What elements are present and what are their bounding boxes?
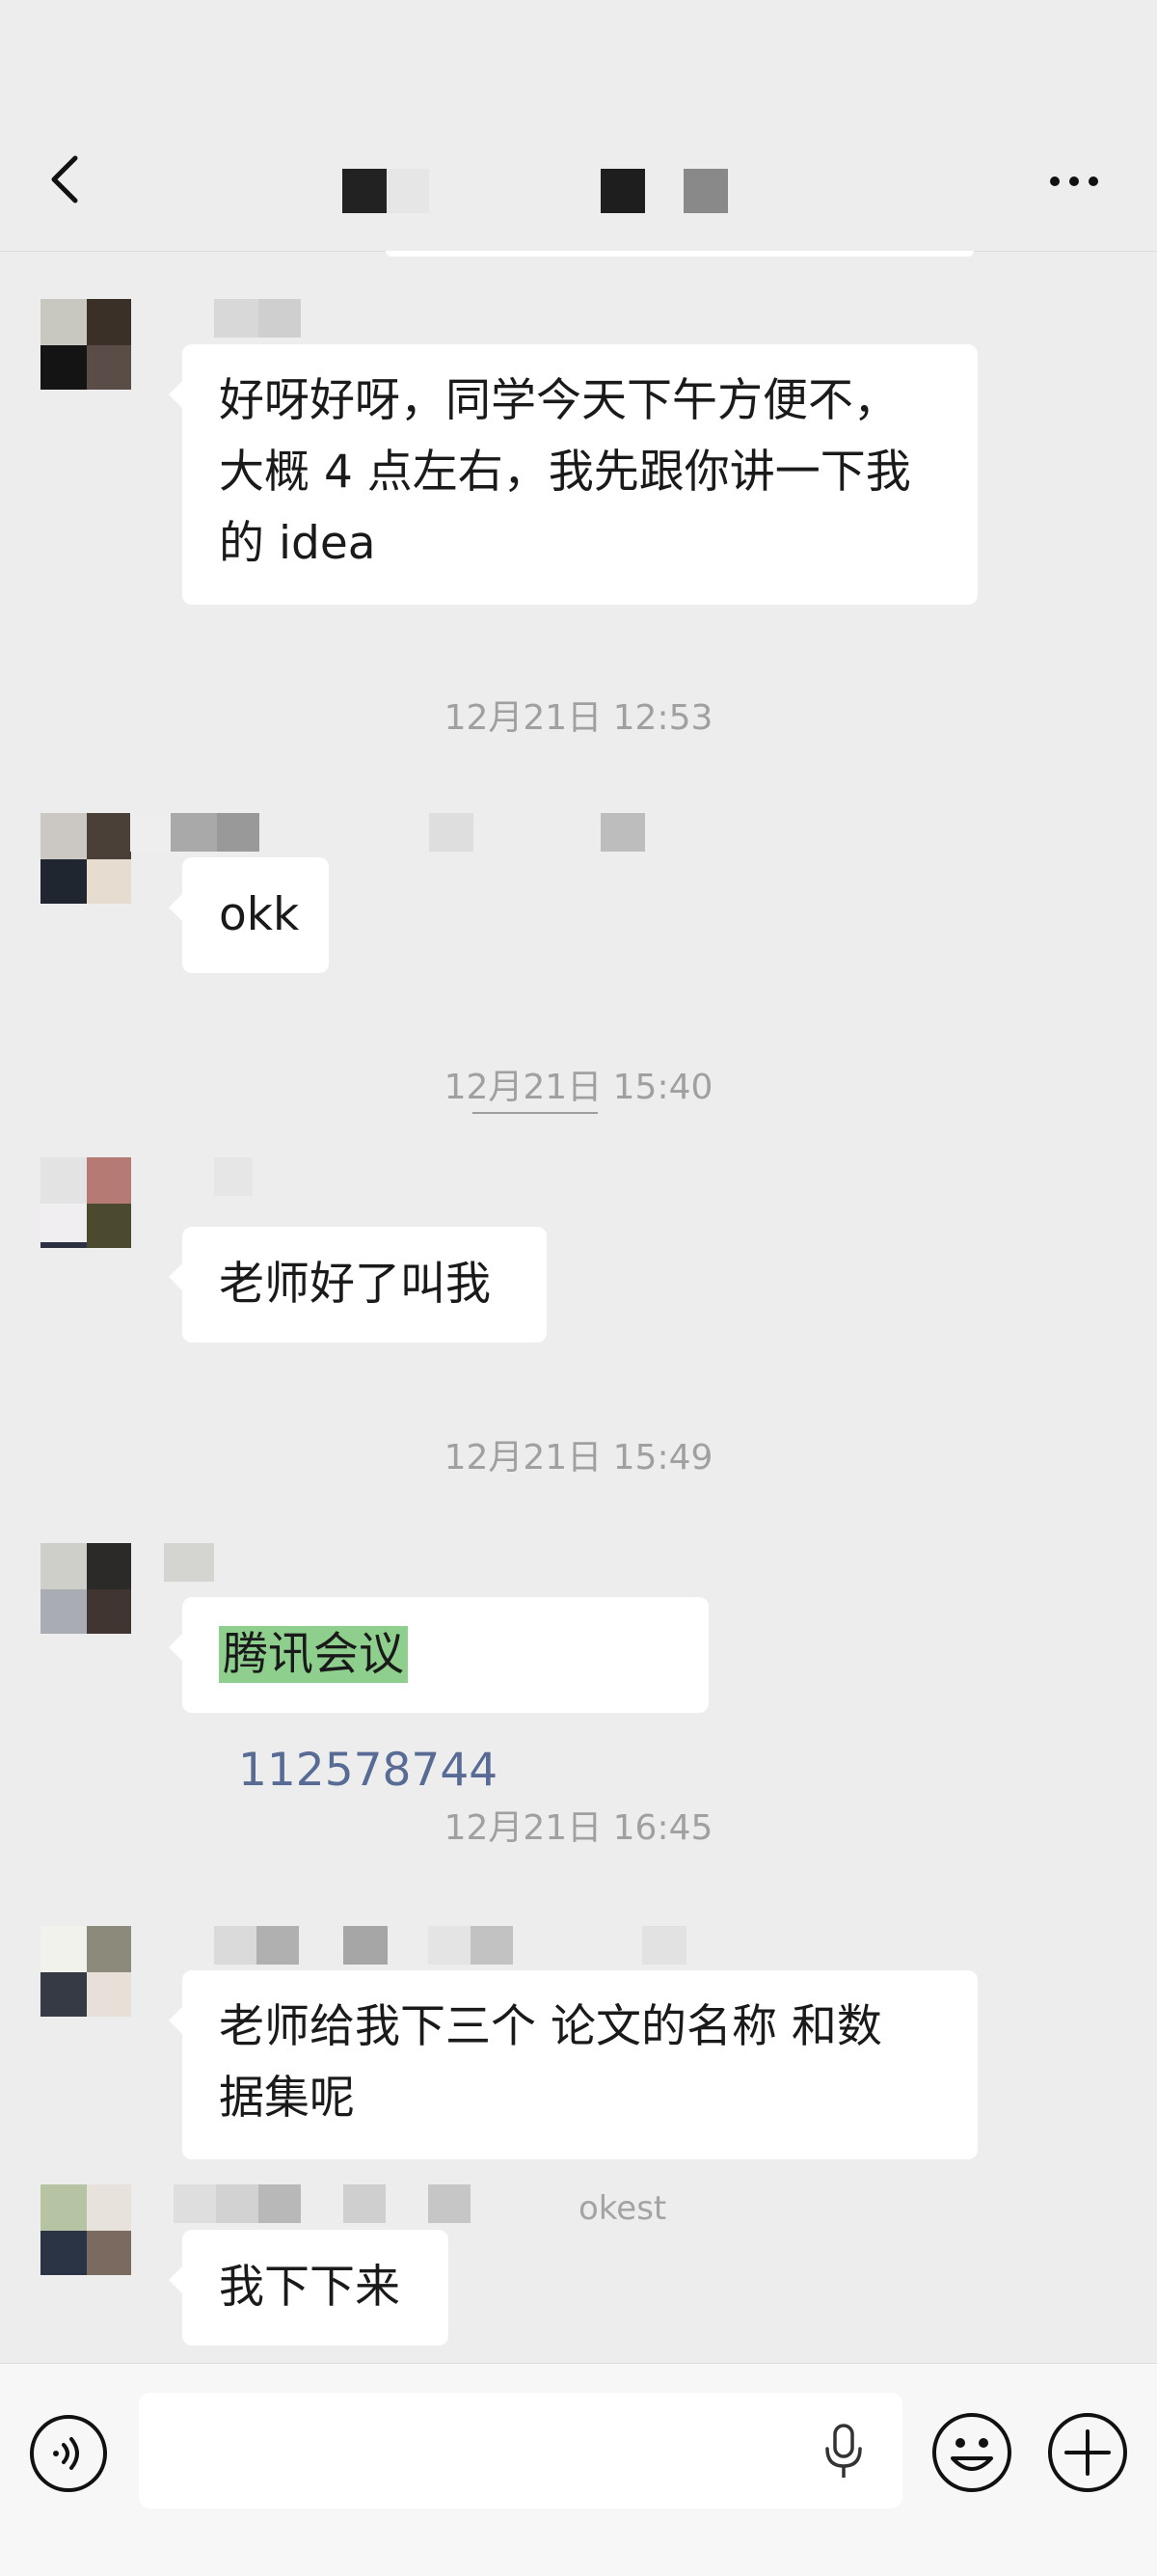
message-bubble[interactable]: 我下下来 [169,2230,448,2346]
microphone-button[interactable] [821,2422,866,2485]
message-text: okk [219,888,300,941]
timestamp: 12月21日 15:40 [444,1068,713,1107]
avatar[interactable] [40,813,131,904]
message-text: 老师给我下三个 论文的名称 和数 [219,2000,882,2053]
sender-name-blurred [174,2184,472,2223]
avatar[interactable] [40,1543,131,1634]
message-text: 老师好了叫我 [219,1258,491,1311]
sender-nickname: okest [578,2189,667,2228]
chat-header [0,0,1157,252]
timestamp-underline [472,1112,598,1114]
message-input[interactable] [139,2393,902,2508]
avatar[interactable] [40,1926,131,2017]
sender-name-blurred [164,1543,222,1582]
avatar[interactable] [40,2184,131,2275]
chat-title-blurred [337,169,742,217]
voice-toggle-icon [30,2415,107,2492]
meeting-number-link[interactable]: 112578744 [238,1744,498,1797]
input-bar [0,2363,1157,2576]
ellipsis-icon [1050,176,1098,186]
message-bubble[interactable]: 好呀好呀，同学今天下午方便不， 大概 4 点左右，我先跟你讲一下我 的 idea [169,344,978,605]
message-text: 好呀好呀，同学今天下午方便不， [219,374,899,427]
message-list[interactable]: 好呀好呀，同学今天下午方便不， 大概 4 点左右，我先跟你讲一下我 的 idea… [0,251,1157,2363]
previous-message-bubble [386,251,974,257]
chevron-left-icon [51,155,78,203]
plus-icon [1048,2413,1127,2492]
sender-name-blurred [214,1926,686,1965]
message-bubble[interactable]: 老师给我下三个 论文的名称 和数 据集呢 [169,1970,978,2159]
sender-name-blurred [130,813,646,852]
message-bubble[interactable]: 老师好了叫我 [169,1227,547,1342]
meeting-app-name: 腾讯会议 [219,1626,408,1683]
timestamp: 12月21日 15:49 [444,1438,713,1478]
timestamp: 12月21日 16:45 [444,1808,713,1848]
sender-name-blurred [214,299,301,338]
message-text: 据集呢 [219,2072,355,2125]
avatar[interactable] [40,1157,131,1248]
message-bubble[interactable]: 腾讯会议 112578744 [169,1597,709,1797]
microphone-icon [825,2424,862,2478]
sender-name-blurred [214,1157,282,1196]
message-text: 我下下来 [219,2261,400,2314]
message-bubble[interactable]: okk [169,857,329,973]
more-functions-button[interactable] [1045,2410,1130,2499]
back-button[interactable] [39,145,96,212]
message-text: 大概 4 点左右，我先跟你讲一下我 [219,446,911,499]
avatar[interactable] [40,299,131,390]
emoji-icon [932,2413,1011,2492]
more-options-button[interactable] [1041,154,1118,203]
message-text: 的 idea [219,517,376,570]
voice-toggle-button[interactable] [27,2412,110,2499]
emoji-button[interactable] [929,2410,1014,2499]
timestamp: 12月21日 12:53 [444,698,713,738]
